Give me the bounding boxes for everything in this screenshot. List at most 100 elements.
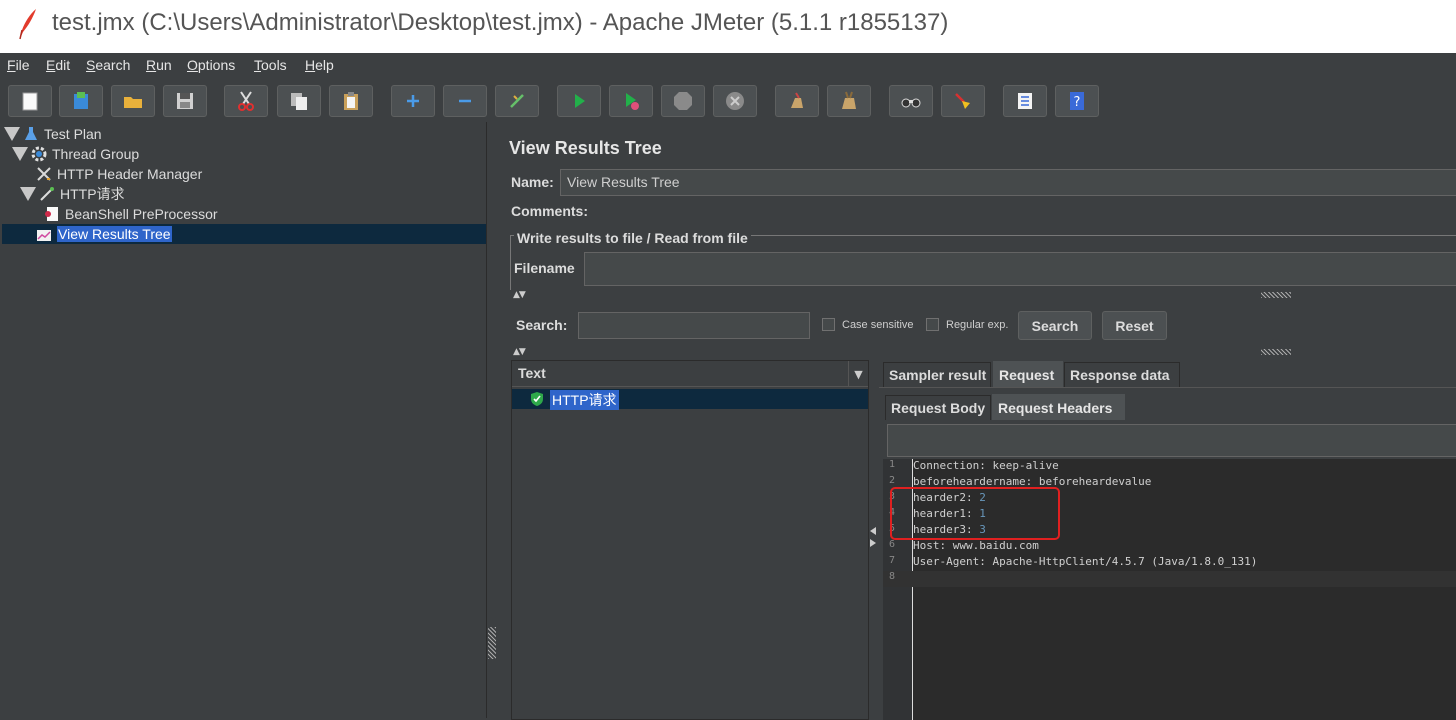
- copy-button[interactable]: [277, 85, 321, 117]
- tree-item-beanshell-preprocessor[interactable]: BeanShell PreProcessor: [44, 204, 218, 224]
- success-shield-icon: [531, 392, 543, 406]
- tools-icon: [37, 167, 51, 181]
- menu-tools[interactable]: Tools: [254, 57, 287, 73]
- flask-icon: [25, 127, 37, 140]
- sample-row[interactable]: HTTP请求: [512, 389, 868, 410]
- tree-item-thread-group[interactable]: Thread Group: [12, 144, 139, 164]
- tab-request-body[interactable]: Request Body: [885, 395, 991, 420]
- tab-response-data[interactable]: Response data: [1064, 362, 1180, 387]
- templates-icon: [74, 92, 88, 109]
- menu-run[interactable]: Run: [146, 57, 172, 73]
- comments-field[interactable]: [589, 199, 1456, 223]
- start-button[interactable]: [557, 85, 601, 117]
- resize-grip-icon[interactable]: [1261, 292, 1291, 298]
- new-icon: [22, 92, 38, 111]
- cut-icon: [238, 91, 254, 111]
- filename-label: Filename: [514, 260, 575, 276]
- svg-text:?: ?: [1074, 95, 1081, 110]
- help-icon: ?: [1070, 92, 1084, 110]
- collapse-arrows-icon[interactable]: ▲▼: [513, 347, 526, 357]
- search-input[interactable]: [578, 312, 810, 339]
- open-button[interactable]: [111, 85, 155, 117]
- reset-search-button[interactable]: [941, 85, 985, 117]
- name-field[interactable]: View Results Tree: [560, 169, 1456, 196]
- toggle-button[interactable]: [495, 85, 539, 117]
- menu-bar: File Edit Search Run Options Tools Help: [0, 53, 1456, 78]
- cut-button[interactable]: [224, 85, 268, 117]
- menu-options[interactable]: Options: [187, 57, 235, 73]
- start-no-pause-icon: [626, 93, 639, 110]
- search-button[interactable]: Search: [1018, 311, 1092, 340]
- tree-item-http-header-manager[interactable]: HTTP Header Manager: [36, 164, 202, 184]
- tree-item-http-request[interactable]: HTTP请求: [20, 184, 125, 204]
- name-label: Name:: [511, 174, 554, 190]
- renderer-select[interactable]: Text ▼: [512, 361, 868, 387]
- headers-toolbar-area: [887, 424, 1456, 457]
- expand-triangle-icon[interactable]: [4, 127, 20, 141]
- expand-triangle-icon[interactable]: [12, 147, 28, 161]
- tab-sampler-result[interactable]: Sampler result: [883, 362, 991, 387]
- expand-button[interactable]: [391, 85, 435, 117]
- clear-all-button[interactable]: [827, 85, 871, 117]
- filename-field[interactable]: [584, 252, 1456, 286]
- binoculars-icon: [901, 98, 921, 108]
- code-line: 1 Connection: keep-alive: [889, 459, 1059, 472]
- templates-button[interactable]: [59, 85, 103, 117]
- regex-label: Regular exp.: [946, 319, 1009, 331]
- pipette-icon: [40, 187, 54, 201]
- code-line: 6 Host: www.baidu.com: [889, 539, 1039, 552]
- expand-triangle-icon[interactable]: [20, 187, 36, 201]
- shutdown-button[interactable]: [713, 85, 757, 117]
- panel-title: View Results Tree: [509, 138, 662, 158]
- chevron-down-icon[interactable]: ▼: [848, 361, 868, 387]
- function-helper-icon: [1018, 93, 1032, 109]
- expand-icon: [407, 95, 419, 107]
- search-label: Search:: [516, 317, 568, 333]
- paste-icon: [344, 92, 358, 110]
- resize-grip-icon[interactable]: [1261, 349, 1291, 355]
- broom-icon: [955, 93, 970, 109]
- reset-button[interactable]: Reset: [1102, 311, 1167, 340]
- toolbar: ?: [0, 80, 1456, 122]
- clear-icon: [791, 92, 803, 108]
- window-title: test.jmx (C:\Users\Administrator\Desktop…: [52, 9, 949, 36]
- tree-item-test-plan[interactable]: Test Plan: [4, 124, 102, 144]
- start-no-pause-button[interactable]: [609, 85, 653, 117]
- sample-result-list: Text ▼ HTTP请求: [511, 360, 869, 720]
- tab-request[interactable]: Request: [993, 361, 1063, 387]
- save-icon: [177, 93, 193, 109]
- menu-search[interactable]: Search: [86, 57, 130, 73]
- menu-help[interactable]: Help: [305, 57, 334, 73]
- new-button[interactable]: [8, 85, 52, 117]
- title-bar: test.jmx (C:\Users\Administrator\Desktop…: [0, 0, 1456, 53]
- collapse-arrows-icon[interactable]: ▲▼: [513, 290, 526, 300]
- vertical-split-arrows-icon[interactable]: [869, 360, 877, 720]
- help-button[interactable]: ?: [1055, 85, 1099, 117]
- menu-file[interactable]: File: [7, 57, 30, 73]
- highlight-annotation-box: [890, 487, 1060, 540]
- tree-item-view-results-tree[interactable]: View Results Tree: [36, 224, 172, 244]
- stop-button[interactable]: [661, 85, 705, 117]
- renderer-select-value: Text: [518, 365, 546, 381]
- save-button[interactable]: [163, 85, 207, 117]
- feather-icon: [19, 9, 36, 40]
- search-button[interactable]: [889, 85, 933, 117]
- collapse-button[interactable]: [443, 85, 487, 117]
- regex-checkbox[interactable]: [926, 318, 939, 331]
- clear-button[interactable]: [775, 85, 819, 117]
- paste-button[interactable]: [329, 85, 373, 117]
- fieldset-legend: Write results to file / Read from file: [514, 230, 751, 246]
- case-sensitive-checkbox[interactable]: [822, 318, 835, 331]
- shutdown-icon: [726, 92, 744, 110]
- function-helper-button[interactable]: [1003, 85, 1047, 117]
- tab-request-headers[interactable]: Request Headers: [992, 394, 1125, 420]
- start-icon: [575, 94, 585, 108]
- stop-icon: [674, 92, 692, 110]
- splitter-grip-icon[interactable]: [488, 627, 496, 659]
- main-splitter[interactable]: [487, 122, 497, 718]
- menu-edit[interactable]: Edit: [46, 57, 70, 73]
- code-line-current: 8: [883, 571, 1456, 587]
- view-results-tree-panel: View Results Tree Name: View Results Tre…: [497, 122, 1456, 720]
- document-icon: [45, 207, 58, 221]
- copy-icon: [291, 93, 307, 110]
